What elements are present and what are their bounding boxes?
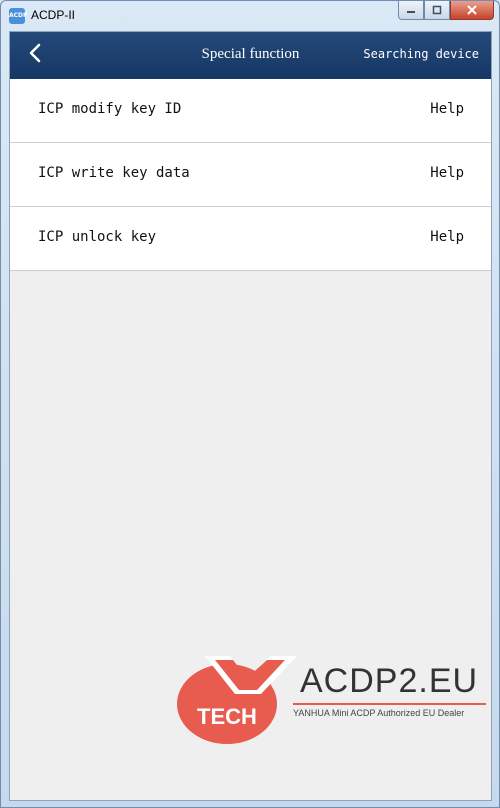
brand-tagline: YANHUA Mini ACDP Authorized EU Dealer [293, 708, 465, 718]
list-item-label: ICP write key data [38, 165, 190, 181]
help-button[interactable]: Help [430, 165, 464, 181]
close-icon[interactable] [450, 1, 494, 20]
watermark: TECH ACDP2.EU YANHUA Mini ACDP Authorize… [175, 652, 495, 747]
help-button[interactable]: Help [430, 229, 464, 245]
list-item[interactable]: ICP unlock key Help [10, 207, 491, 271]
list-item-label: ICP modify key ID [38, 101, 182, 117]
brand-underline [293, 703, 486, 705]
device-status: Searching device [363, 47, 479, 61]
help-button[interactable]: Help [430, 101, 464, 117]
list-item[interactable]: ICP write key data Help [10, 143, 491, 207]
function-list: ICP modify key ID Help ICP write key dat… [10, 79, 491, 271]
minimize-icon[interactable] [398, 1, 424, 20]
app-icon: ACDP [9, 8, 27, 24]
app-header: Special function Searching device [10, 32, 491, 79]
title-bar[interactable]: ACDP ACDP-II [1, 1, 499, 31]
window-controls [398, 1, 494, 20]
maximize-icon[interactable] [424, 1, 450, 20]
list-item-label: ICP unlock key [38, 229, 157, 245]
yh-tech-logo: TECH [177, 656, 297, 744]
brand-text: ACDP2.EU [300, 662, 479, 700]
logo-text: TECH [197, 704, 257, 729]
list-item[interactable]: ICP modify key ID Help [10, 79, 491, 143]
window-title: ACDP-II [31, 8, 76, 22]
